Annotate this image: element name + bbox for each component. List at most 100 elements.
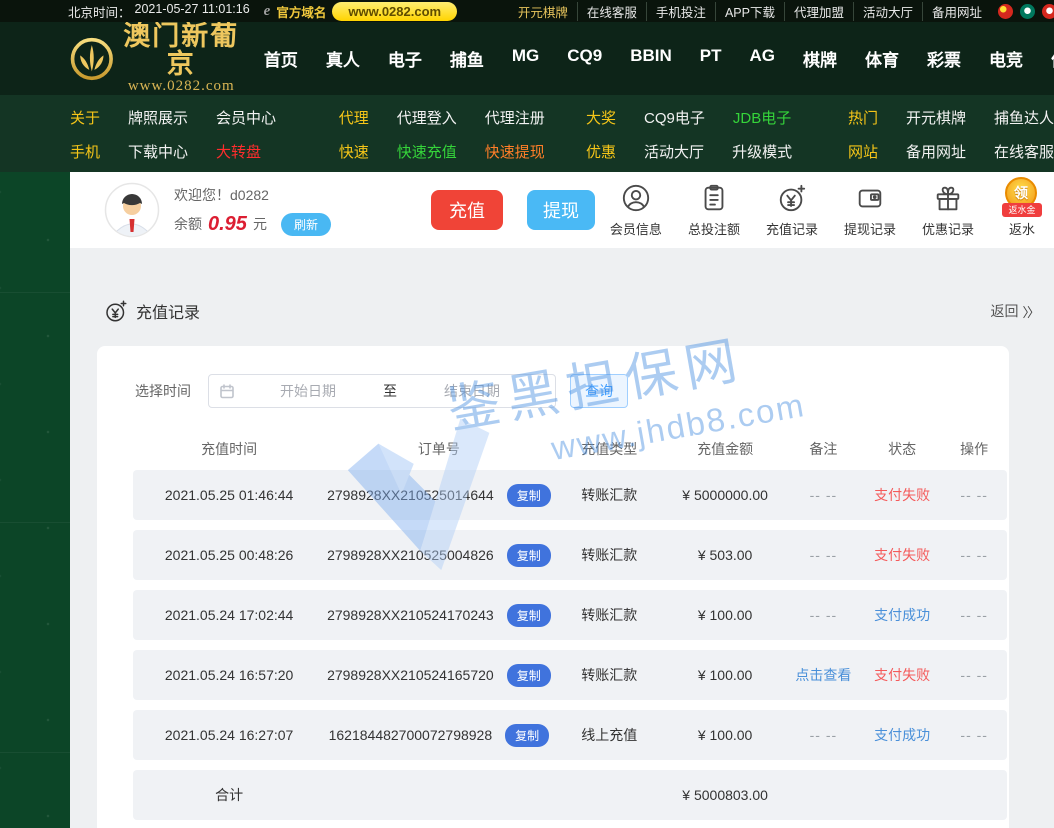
cell-recharge-type: 转账汇款 xyxy=(581,487,638,503)
subnav-link[interactable]: 捕鱼达人 xyxy=(994,108,1054,129)
date-filter-row: 选择时间 至 查询 xyxy=(135,374,1009,408)
nav-link[interactable]: 彩票 xyxy=(927,46,961,71)
nav-link[interactable]: 电竞 xyxy=(989,46,1023,71)
cell-recharge-type: 转账汇款 xyxy=(581,607,638,623)
cell-order-number: 2798928XX210525004826 复制 xyxy=(325,543,552,567)
nav-link[interactable]: PT xyxy=(700,46,722,71)
topbar-link[interactable]: 在线客服 xyxy=(576,1,646,21)
subnav-link[interactable]: 活动大厅 xyxy=(644,142,704,163)
subnav-link[interactable]: CQ9电子 xyxy=(644,108,705,129)
main-nav: 澳门新葡京 www.0282.com 首页 真人 电子 捕鱼 MG CQ9 BBIN PT AG… xyxy=(0,22,1054,95)
topbar-link[interactable]: 开元棋牌 xyxy=(509,2,577,21)
cell-status: 支付成功 xyxy=(874,727,931,743)
cell-order-number: 162184482700072798928 复制 xyxy=(325,723,552,747)
subnav-link[interactable]: 快速充值 xyxy=(397,142,457,163)
member-info-link[interactable]: 会员信息 xyxy=(610,183,662,238)
rebate-link[interactable]: 领 返水金 返水 xyxy=(1000,176,1044,238)
deposit-record-link[interactable]: 充值记录 xyxy=(766,183,818,238)
page-title-row: 充值记录 返回 〉〉 xyxy=(70,298,1054,324)
total-bets-icon xyxy=(704,184,724,210)
copy-button[interactable]: 复制 xyxy=(505,723,550,747)
deposit-record-title-icon xyxy=(106,300,127,322)
subnav-link[interactable]: 代理注册 xyxy=(485,108,545,129)
subnav-link[interactable]: 大转盘 xyxy=(216,142,261,163)
topbar-link[interactable]: 代理加盟 xyxy=(783,1,853,21)
date-range-picker[interactable]: 至 xyxy=(208,374,556,408)
nav-link[interactable]: MG xyxy=(512,46,539,71)
subnav-category-label: 关于 xyxy=(70,110,101,127)
nav-link[interactable]: 电子 xyxy=(388,46,422,71)
nav-link[interactable]: BBIN xyxy=(630,46,672,71)
column-header: 充值金额 xyxy=(697,441,754,457)
subnav-link[interactable]: 在线客服 xyxy=(994,142,1054,163)
start-date-input[interactable] xyxy=(235,382,381,400)
subnav-link[interactable]: 升级模式 xyxy=(732,142,792,163)
nav-link[interactable]: 首页 xyxy=(264,46,298,71)
subnav-group: 热门 开元棋牌 捕鱼达人 网站 备用网址 在线客服 xyxy=(848,108,1054,163)
flag-icon-partial[interactable] xyxy=(1042,3,1054,19)
logo-title: 澳门新葡京 xyxy=(123,22,240,79)
date-to-label: 至 xyxy=(383,383,397,399)
cell-action: -- -- xyxy=(960,607,988,623)
nav-link[interactable]: 捕鱼 xyxy=(450,46,484,71)
back-link[interactable]: 返回 〉〉 xyxy=(990,301,1039,321)
page-title: 充值记录 xyxy=(136,305,201,322)
withdraw-button[interactable]: 提现 xyxy=(526,190,595,230)
copy-button[interactable]: 复制 xyxy=(506,603,551,627)
subnav-link[interactable]: 开元棋牌 xyxy=(906,108,966,129)
site-logo[interactable]: 澳门新葡京 www.0282.com xyxy=(70,22,240,95)
topbar-link[interactable]: 备用网址 xyxy=(921,1,991,21)
cell-note[interactable]: 点击查看 xyxy=(784,665,863,685)
cell-order-number: 2798928XX210524165720 复制 xyxy=(325,663,552,687)
deposit-button[interactable]: 充值 xyxy=(430,190,503,230)
nav-link[interactable]: 真人 xyxy=(326,46,360,71)
total-bets-link[interactable]: 总投注额 xyxy=(688,183,740,238)
withdraw-record-icon xyxy=(858,189,882,207)
calendar-icon xyxy=(220,384,234,399)
table-row: 2021.05.25 01:46:44 2798928XX21052501464… xyxy=(133,470,1007,520)
nav-link[interactable]: 棋牌 xyxy=(803,46,837,71)
promo-record-link[interactable]: 优惠记录 xyxy=(922,183,974,238)
topbar-link[interactable]: 手机投注 xyxy=(645,1,715,21)
cell-order-number: 2798928XX210524170243 复制 xyxy=(325,603,552,627)
end-date-input[interactable] xyxy=(399,382,545,400)
refresh-balance-button[interactable]: 刷新 xyxy=(280,212,331,236)
china-flag-icon[interactable] xyxy=(998,3,1013,19)
nav-link[interactable]: CQ9 xyxy=(567,46,602,71)
copy-button[interactable]: 复制 xyxy=(506,483,551,507)
cell-action: -- -- xyxy=(960,547,988,563)
cell-order-number: 2798928XX210525014644 复制 xyxy=(325,483,552,507)
subnav-group: 关于 牌照展示 会员中心手机 下载中心 大转盘 xyxy=(70,108,339,163)
topbar-link[interactable]: 活动大厅 xyxy=(852,1,922,21)
back-label: 返回 xyxy=(990,303,1019,319)
subnav-link[interactable]: 备用网址 xyxy=(906,142,966,163)
nav-link[interactable]: AG xyxy=(750,46,776,71)
official-domain-pill[interactable]: www.0282.com xyxy=(332,1,458,21)
nav-link[interactable]: 体育 xyxy=(865,46,899,71)
subnav-category-label: 热门 xyxy=(847,110,878,127)
subnav-link[interactable]: JDB电子 xyxy=(733,108,791,129)
quick-link-label: 返水 xyxy=(1008,221,1035,237)
cell-recharge-amount: ¥ 100.00 xyxy=(697,607,753,623)
withdraw-record-link[interactable]: 提现记录 xyxy=(844,183,896,238)
topbar-link[interactable]: APP下载 xyxy=(714,1,784,21)
cell-note: -- -- xyxy=(809,547,838,563)
subnav-category-label: 手机 xyxy=(70,144,101,161)
subnav-link[interactable]: 代理登入 xyxy=(397,108,457,129)
copy-button[interactable]: 复制 xyxy=(506,663,551,687)
topbar-links: 开元棋牌 在线客服 手机投注 APP下载 代理加盟 活动大厅 备用网址 xyxy=(509,1,991,21)
recharge-table-header: 充值时间 订单号 充值类型 充值金额 备注 状态 操作 xyxy=(133,428,1007,470)
copy-button[interactable]: 复制 xyxy=(506,543,551,567)
subnav-link[interactable]: 牌照展示 xyxy=(128,108,188,129)
subnav-link[interactable]: 快速提现 xyxy=(485,142,545,163)
column-header: 充值时间 xyxy=(201,441,258,457)
cell-action: -- -- xyxy=(960,667,988,683)
cell-recharge-time: 2021.05.25 01:46:44 xyxy=(164,487,294,503)
subnav-link[interactable]: 下载中心 xyxy=(128,142,188,163)
recharge-record-card: 选择时间 至 查询 充值时间 订单号 充值类型 充值金额 备注 状态 操作 2021.05.… xyxy=(97,346,1009,828)
cell-recharge-amount: ¥ 100.00 xyxy=(697,667,753,683)
search-button[interactable]: 查询 xyxy=(570,374,628,408)
table-total-row: 合计 ¥ 5000803.00 xyxy=(133,770,1007,820)
subnav-link[interactable]: 会员中心 xyxy=(216,108,276,129)
macau-flag-icon[interactable] xyxy=(1020,3,1035,19)
